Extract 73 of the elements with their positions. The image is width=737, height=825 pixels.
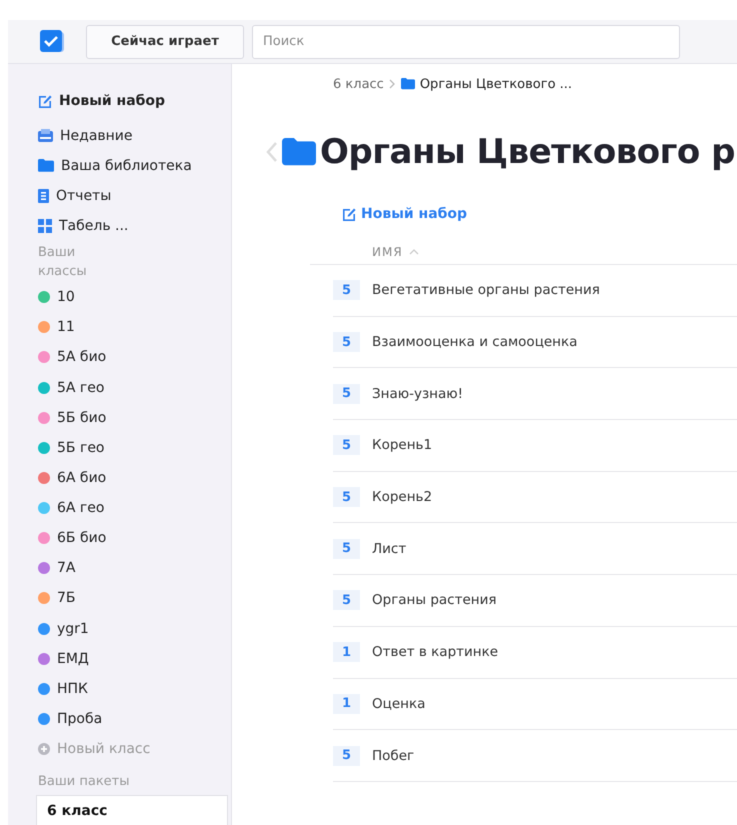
set-name: Корень1 [372,437,432,454]
set-name: Ответ в картинке [372,644,498,660]
count-badge: 1 [333,642,360,662]
folder-icon [282,138,316,166]
set-name: Побег [372,748,414,764]
class-item[interactable]: 6А гео [38,493,231,524]
class-item[interactable]: 7Б [38,583,231,614]
class-item[interactable]: 5А гео [38,372,231,403]
set-row[interactable]: 5 Побег [333,730,737,782]
set-name: Корень2 [372,489,432,506]
set-row[interactable]: 5 Корень2 [333,472,737,524]
set-row[interactable]: 5 Лист [333,523,737,576]
chevron-right-icon [388,79,396,89]
set-name: Вегетативные органы растения [372,282,600,298]
name-column-header[interactable]: ИМЯ [310,239,737,265]
now-playing-button[interactable]: Сейчас играет [86,24,244,58]
new-set-link[interactable]: Новый набор [342,206,468,222]
set-row[interactable]: 5 Корень1 [333,420,737,472]
sidebar-item[interactable]: Отчеты [38,180,231,212]
set-row[interactable]: 1 Ответ в картинке [333,626,737,678]
count-badge: 5 [333,746,360,766]
set-row[interactable]: 5 Органы растения [333,575,737,627]
grid-icon [38,219,52,234]
chevron-left-icon [266,141,278,163]
set-name: Органы растения [372,592,496,608]
class-item[interactable]: 11 [38,312,231,342]
class-item[interactable]: 5А био [38,342,231,373]
count-badge: 5 [333,487,360,508]
class-item[interactable]: 6Б био [38,523,231,554]
count-badge: 5 [333,435,360,456]
document-icon [38,188,49,203]
new-set-item[interactable]: Новый набор [38,82,231,121]
folder-icon [400,78,415,90]
tray-icon [38,129,53,142]
count-badge: 5 [333,280,360,300]
set-row[interactable]: 5 Взаимооценка и самооценка [333,316,737,368]
class-item[interactable]: НПК [38,674,231,704]
count-badge: 5 [333,384,360,404]
class-item[interactable]: 5Б био [38,402,231,433]
set-name: Знаю-узнаю! [372,386,464,402]
breadcrumb-link[interactable]: 6 класс [333,76,384,92]
class-item[interactable]: ЕМД [38,644,231,674]
class-item[interactable]: 5Б гео [38,432,231,463]
section-heading: Ваши классы [38,244,88,282]
class-item[interactable]: 7А [38,553,231,584]
set-name: Взаимооценка и самооценка [372,334,578,350]
section-heading: Ваши пакеты [38,774,131,790]
checkbox-logo-icon [40,30,66,54]
set-row[interactable]: 5 Знаю-узнаю! [333,368,737,420]
plus-icon [38,743,50,756]
set-row[interactable]: 1 Оценка [333,678,737,730]
package-item[interactable]: 6 класс [36,795,228,825]
edit-icon [38,94,52,108]
page-title: Органы Цветкового р [320,132,735,172]
search-field[interactable]: Поиск [252,24,680,58]
set-name: Оценка [372,696,426,712]
class-item[interactable]: Проба [38,704,231,734]
count-badge: 1 [333,694,360,714]
sidebar-item[interactable]: Табель ... [38,211,231,242]
folder-icon [38,159,54,172]
count-badge: 5 [333,332,360,352]
edit-icon [342,207,356,221]
class-item[interactable]: 10 [38,282,231,312]
sort-up-icon [408,248,419,254]
sidebar-item[interactable]: Ваша библиотека [38,150,231,181]
sidebar-item[interactable]: Недавние [38,120,231,151]
count-badge: 5 [333,538,360,559]
set-row[interactable]: 5 Вегетативные органы растения [333,265,737,317]
class-item[interactable]: 6А био [38,462,231,494]
count-badge: 5 [333,590,360,610]
breadcrumb-link[interactable]: Органы Цветкового ... [420,76,572,92]
class-item[interactable]: ygr1 [38,614,231,644]
set-name: Лист [372,540,406,557]
